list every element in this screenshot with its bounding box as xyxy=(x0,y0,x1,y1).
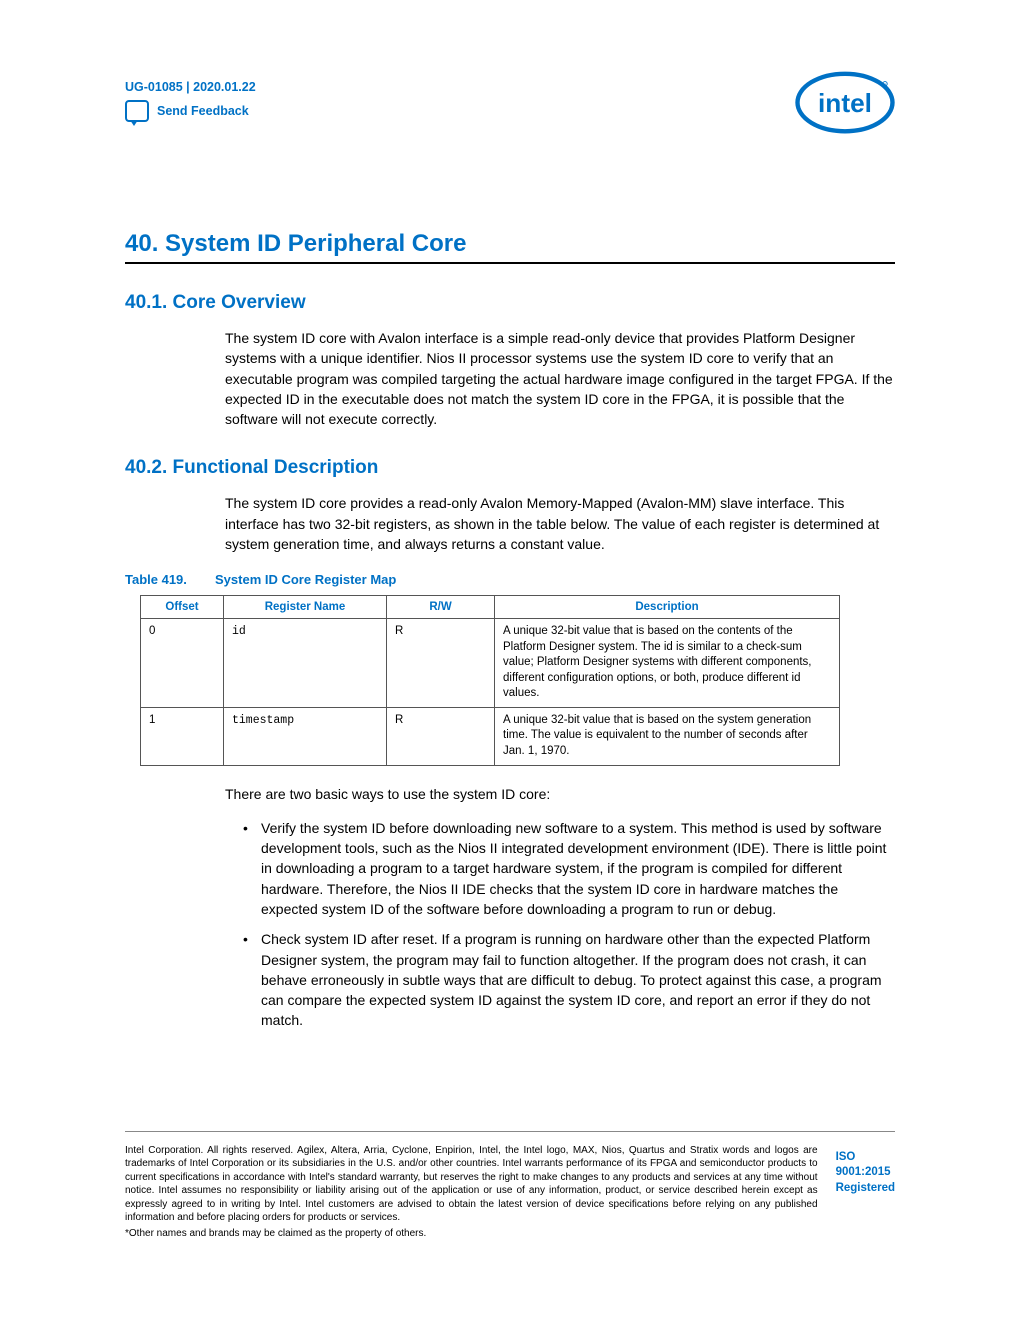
list-item: Check system ID after reset. If a progra… xyxy=(243,929,895,1030)
usage-intro: There are two basic ways to use the syst… xyxy=(225,784,895,804)
table-row: 1 timestamp R A unique 32-bit value that… xyxy=(141,707,840,765)
intel-logo: intel R xyxy=(795,70,895,135)
usage-list: Verify the system ID before downloading … xyxy=(243,818,895,1031)
table-row: 0 id R A unique 32-bit value that is bas… xyxy=(141,619,840,708)
th-offset: Offset xyxy=(141,596,224,619)
table-caption: Table 419.System ID Core Register Map xyxy=(125,572,895,587)
th-rw: R/W xyxy=(387,596,495,619)
send-feedback-link[interactable]: Send Feedback xyxy=(157,104,249,118)
list-item: Verify the system ID before downloading … xyxy=(243,818,895,919)
page-header: UG-01085 | 2020.01.22 Send Feedback inte… xyxy=(125,70,895,135)
th-register-name: Register Name xyxy=(224,596,387,619)
svg-text:intel: intel xyxy=(818,88,872,118)
legal-text: Intel Corporation. All rights reserved. … xyxy=(125,1144,818,1225)
feedback-icon[interactable] xyxy=(125,100,149,122)
register-map-table: Offset Register Name R/W Description 0 i… xyxy=(140,595,840,765)
section-heading-overview: 40.1. Core Overview xyxy=(125,292,895,314)
section-heading-functional: 40.2. Functional Description xyxy=(125,457,895,479)
functional-paragraph: The system ID core provides a read-only … xyxy=(225,493,895,554)
other-names-text: *Other names and brands may be claimed a… xyxy=(125,1228,818,1239)
page-footer: Intel Corporation. All rights reserved. … xyxy=(125,1131,895,1239)
th-description: Description xyxy=(495,596,840,619)
overview-paragraph: The system ID core with Avalon interface… xyxy=(225,328,895,429)
document-id: UG-01085 | 2020.01.22 xyxy=(125,80,256,94)
iso-badge: ISO 9001:2015 Registered xyxy=(836,1144,895,1197)
chapter-title: 40. System ID Peripheral Core xyxy=(125,230,895,264)
